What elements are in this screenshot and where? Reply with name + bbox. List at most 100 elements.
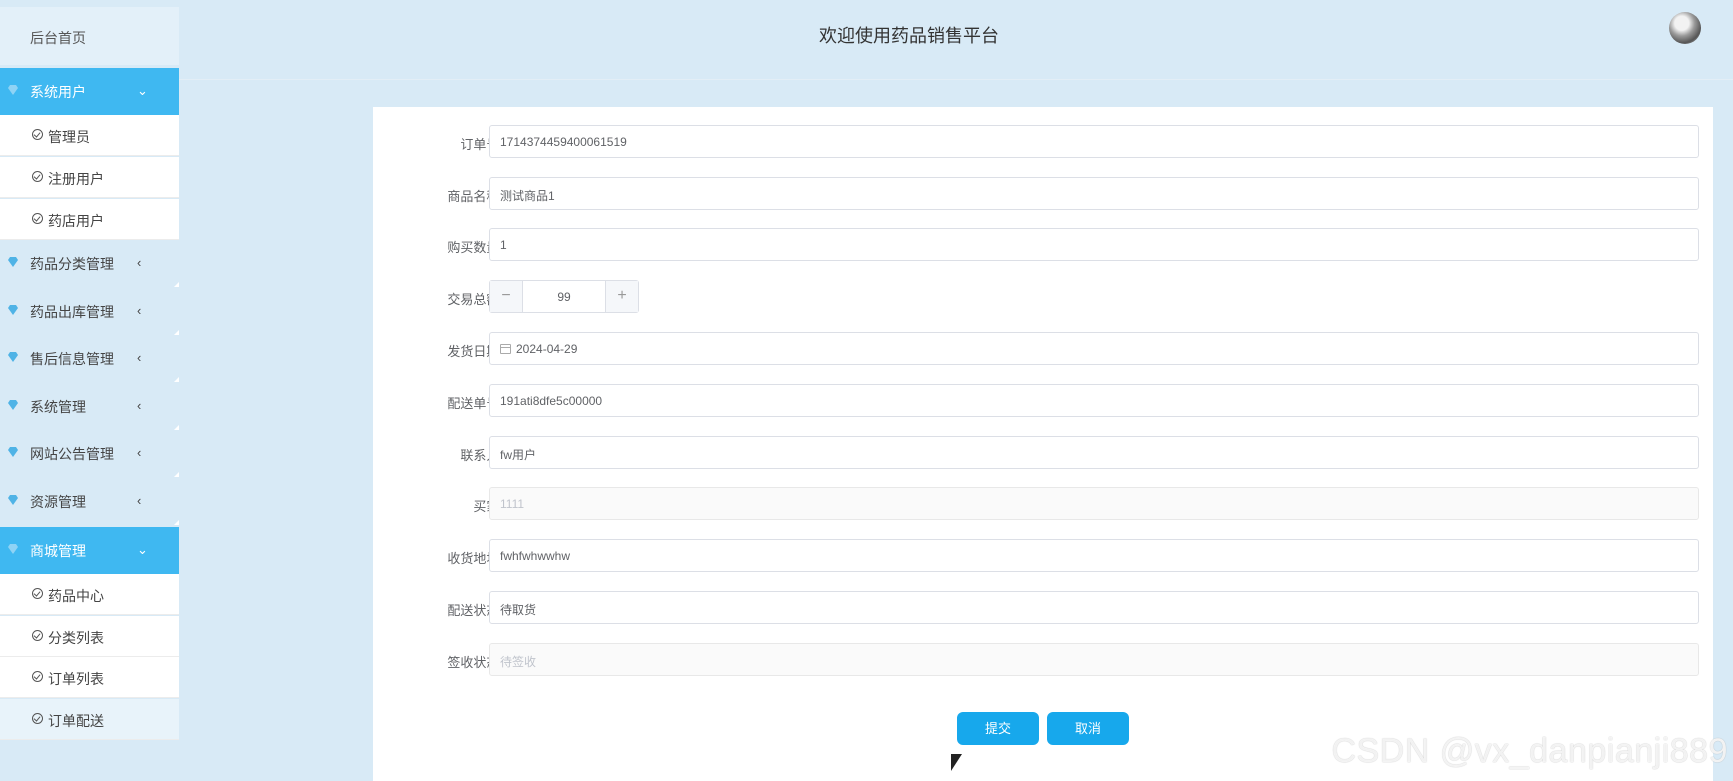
diamond-icon [8,495,18,505]
top-header: 欢迎使用药品销售平台 [179,0,1733,80]
diamond-icon [8,257,18,267]
sidebar-item-order-list[interactable]: 订单列表 [0,657,179,698]
watermark: CSDN @vx_danpianji889 [1331,732,1728,770]
sidebar-item-label: 订单列表 [48,671,104,687]
submit-button[interactable]: 提交 [957,712,1039,745]
sidebar-group-label: 售后信息管理 [30,351,114,367]
sidebar-item-category-list[interactable]: 分类列表 [0,616,179,657]
sidebar-item-label: 订单配送 [48,713,104,729]
buyer-input[interactable]: 1111 [489,487,1699,520]
chevron-left-icon: ‹ [137,398,142,413]
sign-status-input[interactable]: 待签收 [489,643,1699,676]
form-row-total: 交易总额: − 99 + [373,280,1713,314]
diamond-icon [8,544,18,554]
form-row-delivery-no: 配送单号: 191ati8dfe5c00000 [373,384,1713,418]
sidebar-group-drug-category[interactable]: 药品分类管理 ‹ [0,240,179,287]
sidebar-group-label: 药品分类管理 [30,256,114,272]
form-row-delivery-status: 配送状态: 待取货 [373,591,1713,625]
sidebar-home-label: 后台首页 [30,30,86,46]
delivery-status-input[interactable]: 待取货 [489,591,1699,624]
order-delivery-form: 订单号: 1714374459400061519 商品名称: 测试商品1 购买数… [373,107,1713,781]
check-circle-icon [32,588,43,599]
sidebar-group-label: 商城管理 [30,543,86,559]
sidebar-item-registered-users[interactable]: 注册用户 [0,157,179,198]
product-name-input[interactable]: 测试商品1 [489,177,1699,210]
ship-date-picker[interactable]: 2024-04-29 [489,332,1699,365]
check-circle-icon [32,630,43,641]
form-row-product-name: 商品名称: 测试商品1 [373,177,1713,211]
calendar-icon [500,344,511,354]
form-row-sign-status: 签收状态: 待签收 [373,643,1713,677]
chevron-left-icon: ‹ [137,303,142,318]
sidebar-group-system-management[interactable]: 系统管理 ‹ [0,383,179,430]
sidebar-item-label: 注册用户 [48,171,104,187]
check-circle-icon [32,171,43,182]
sidebar-group-label: 系统管理 [30,399,86,415]
diamond-icon [8,85,18,95]
quantity-input[interactable]: 1 [489,228,1699,261]
stepper-value[interactable]: 99 [523,290,605,304]
diamond-icon [8,400,18,410]
check-circle-icon [32,713,43,724]
total-stepper[interactable]: − 99 + [489,280,639,313]
sidebar-group-drug-outbound[interactable]: 药品出库管理 ‹ [0,288,179,335]
diamond-icon [8,352,18,362]
sidebar-item-label: 分类列表 [48,630,104,646]
address-input[interactable]: fwhfwhwwhw [489,539,1699,572]
contact-input[interactable]: fw用户 [489,436,1699,469]
check-circle-icon [32,129,43,140]
check-circle-icon [32,213,43,224]
sidebar-item-label: 药店用户 [48,213,104,229]
form-row-quantity: 购买数量: 1 [373,228,1713,262]
diamond-icon [8,305,18,315]
sidebar-group-after-sales[interactable]: 售后信息管理 ‹ [0,335,179,382]
chevron-left-icon: ‹ [137,350,142,365]
sidebar-group-label: 网站公告管理 [30,446,114,462]
form-row-ship-date: 发货日期: 2024-04-29 [373,332,1713,366]
field-placeholder: 1111 [500,497,525,511]
sidebar-group-announcements[interactable]: 网站公告管理 ‹ [0,430,179,477]
field-value: 1714374459400061519 [500,135,627,149]
chevron-left-icon: ‹ [137,445,142,460]
decrement-button[interactable]: − [490,281,523,312]
mouse-cursor-icon [951,754,962,771]
field-value: fwhfwhwwhw [500,549,571,563]
check-circle-icon [32,671,43,682]
field-value: 191ati8dfe5c00000 [500,394,603,408]
sidebar-group-system-users[interactable]: 系统用户 ⌄ [0,68,179,115]
sidebar-item-admin[interactable]: 管理员 [0,115,179,156]
page-title: 欢迎使用药品销售平台 [819,26,999,46]
form-row-order-no: 订单号: 1714374459400061519 [373,125,1713,159]
delivery-no-input[interactable]: 191ati8dfe5c00000 [489,384,1699,417]
sidebar-item-label: 管理员 [48,129,90,145]
cancel-button[interactable]: 取消 [1047,712,1129,745]
sidebar-group-label: 药品出库管理 [30,304,114,320]
field-placeholder: 待签收 [500,655,537,669]
sidebar: 后台首页 系统用户 ⌄ 管理员 注册用户 药店用户 药品分类管理 ‹ 药品出库管… [0,0,179,781]
chevron-down-icon: ⌄ [137,83,148,98]
diamond-icon [8,447,18,457]
sidebar-item-order-delivery[interactable]: 订单配送 [0,699,179,740]
sidebar-group-resources[interactable]: 资源管理 ‹ [0,478,179,525]
field-value: 2024-04-29 [516,342,578,356]
sidebar-item-pharmacy-users[interactable]: 药店用户 [0,199,179,240]
form-row-buyer: 买家: 1111 [373,487,1713,521]
sidebar-item-drug-center[interactable]: 药品中心 [0,574,179,615]
increment-button[interactable]: + [605,281,638,312]
chevron-down-icon: ⌄ [137,542,148,557]
form-row-contact: 联系人: fw用户 [373,436,1713,470]
sidebar-group-label: 资源管理 [30,494,86,510]
field-value: 测试商品1 [500,189,555,203]
sidebar-group-label: 系统用户 [30,84,86,100]
field-value: fw用户 [500,448,537,462]
form-row-address: 收货地址: fwhfwhwwhw [373,539,1713,573]
avatar-icon[interactable] [1669,12,1701,44]
sidebar-group-mall[interactable]: 商城管理 ⌄ [0,527,179,574]
field-value: 1 [500,238,507,252]
sidebar-home-link[interactable]: 后台首页 [0,7,179,65]
chevron-left-icon: ‹ [137,255,142,270]
field-value: 待取货 [500,603,537,617]
chevron-left-icon: ‹ [137,493,142,508]
sidebar-item-label: 药品中心 [48,588,104,604]
order-no-input[interactable]: 1714374459400061519 [489,125,1699,158]
